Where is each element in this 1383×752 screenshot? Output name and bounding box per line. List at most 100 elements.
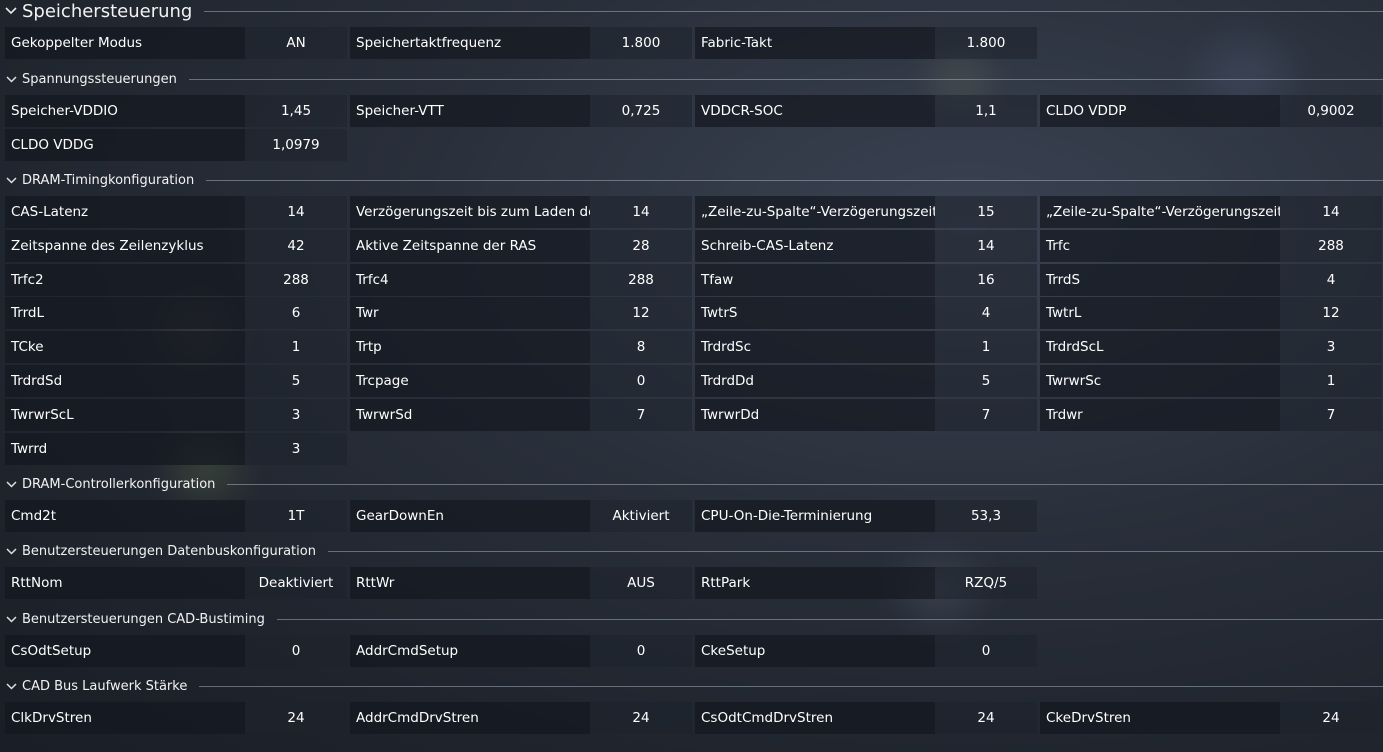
setting-value[interactable]: 14	[245, 196, 347, 228]
setting-value[interactable]: 24	[935, 702, 1037, 734]
setting-value[interactable]: 7	[590, 398, 692, 431]
setting-item[interactable]: CLDO VDDP 0,9002	[1040, 95, 1382, 127]
setting-item[interactable]: TwtrS 4	[695, 297, 1037, 330]
setting-item[interactable]: TrrdL 6	[5, 297, 347, 330]
setting-value[interactable]: 7	[935, 398, 1037, 431]
setting-item[interactable]: RttNom Deaktiviert	[5, 567, 347, 599]
setting-value[interactable]: 12	[590, 297, 692, 330]
setting-item[interactable]: Twrrd 3	[5, 432, 347, 465]
section-header[interactable]: DRAM-Controllerkonfiguration	[0, 473, 1383, 495]
section-header[interactable]: Benutzersteuerungen CAD-Bustiming	[0, 608, 1383, 630]
setting-item[interactable]: TwtrL 12	[1040, 297, 1382, 330]
setting-value[interactable]: 53,3	[935, 500, 1037, 532]
setting-value[interactable]: 15	[935, 196, 1037, 228]
setting-item[interactable]: Aktive Zeitspanne der RAS 28	[350, 229, 692, 262]
setting-value[interactable]: 14	[1280, 196, 1382, 228]
setting-value[interactable]: 288	[590, 263, 692, 296]
setting-item[interactable]: TrrdS 4	[1040, 263, 1382, 296]
setting-item[interactable]: „Zeile-zu-Spalte“-Verzögerungszeit … 14	[1040, 196, 1382, 228]
setting-value[interactable]: 24	[590, 702, 692, 734]
setting-value[interactable]: 1	[1280, 365, 1382, 397]
setting-item[interactable]: Gekoppelter Modus AN	[5, 27, 347, 59]
setting-item[interactable]: RttWr AUS	[350, 567, 692, 599]
setting-value[interactable]: 1	[245, 331, 347, 364]
section-header[interactable]: DRAM-Timingkonfiguration	[0, 169, 1383, 191]
setting-item[interactable]: TwrwrScL 3	[5, 398, 347, 431]
setting-item[interactable]: TwrwrSd 7	[350, 398, 692, 431]
setting-value[interactable]: 1.800	[935, 27, 1037, 59]
setting-item[interactable]: Twr 12	[350, 297, 692, 330]
setting-value[interactable]: 24	[245, 702, 347, 734]
setting-item[interactable]: TrdrdSc 1	[695, 331, 1037, 364]
setting-item[interactable]: TrdrdScL 3	[1040, 331, 1382, 364]
setting-item[interactable]: Fabric-Takt 1.800	[695, 27, 1037, 59]
setting-value[interactable]: 0,725	[590, 95, 692, 127]
setting-value[interactable]: 1,1	[935, 95, 1037, 127]
setting-value[interactable]: 1,45	[245, 95, 347, 127]
setting-value[interactable]: 0	[935, 635, 1037, 667]
setting-value[interactable]: 0	[590, 635, 692, 667]
setting-value[interactable]: 288	[1280, 229, 1382, 262]
setting-value[interactable]: 3	[1280, 331, 1382, 364]
setting-value[interactable]: Deaktiviert	[245, 567, 347, 599]
setting-item[interactable]: TwrwrDd 7	[695, 398, 1037, 431]
section-header[interactable]: Spannungssteuerungen	[0, 68, 1383, 90]
setting-item[interactable]: TwrwrSc 1	[1040, 365, 1382, 397]
setting-value[interactable]: 1T	[245, 500, 347, 532]
setting-item[interactable]: Trtp 8	[350, 331, 692, 364]
setting-item[interactable]: CPU-On-Die-Terminierung 53,3	[695, 500, 1037, 532]
chevron-down-icon[interactable]	[0, 0, 22, 22]
setting-value[interactable]: 42	[245, 229, 347, 262]
setting-value[interactable]: 0	[245, 635, 347, 667]
setting-value[interactable]: 288	[245, 263, 347, 296]
setting-value[interactable]: 14	[935, 229, 1037, 262]
setting-value[interactable]: 0	[590, 365, 692, 397]
setting-item[interactable]: Tfaw 16	[695, 263, 1037, 296]
setting-value[interactable]: 16	[935, 263, 1037, 296]
setting-value[interactable]: 28	[590, 229, 692, 262]
setting-value[interactable]: AUS	[590, 567, 692, 599]
setting-item[interactable]: Verzögerungszeit bis zum Laden der… 14	[350, 196, 692, 228]
setting-value[interactable]: AN	[245, 27, 347, 59]
section-header[interactable]: CAD Bus Laufwerk Stärke	[0, 675, 1383, 697]
setting-item[interactable]: ClkDrvStren 24	[5, 702, 347, 734]
setting-value[interactable]: 14	[590, 196, 692, 228]
setting-item[interactable]: AddrCmdDrvStren 24	[350, 702, 692, 734]
setting-value[interactable]: RZQ/5	[935, 567, 1037, 599]
chevron-down-icon[interactable]	[0, 608, 22, 630]
setting-item[interactable]: Cmd2t 1T	[5, 500, 347, 532]
memory-control-header[interactable]: Speichersteuerung	[0, 0, 1383, 22]
setting-value[interactable]: Aktiviert	[590, 500, 692, 532]
setting-item[interactable]: TCke 1	[5, 331, 347, 364]
setting-item[interactable]: Speicher-VDDIO 1,45	[5, 95, 347, 127]
setting-item[interactable]: Trfc 288	[1040, 229, 1382, 262]
setting-value[interactable]: 3	[245, 432, 347, 465]
setting-value[interactable]: 4	[935, 297, 1037, 330]
setting-value[interactable]: 4	[1280, 263, 1382, 296]
setting-item[interactable]: GearDownEn Aktiviert	[350, 500, 692, 532]
setting-value[interactable]: 3	[245, 398, 347, 431]
setting-item[interactable]: Trfc2 288	[5, 263, 347, 296]
setting-item[interactable]: Trfc4 288	[350, 263, 692, 296]
setting-item[interactable]: CsOdtCmdDrvStren 24	[695, 702, 1037, 734]
chevron-down-icon[interactable]	[0, 169, 22, 191]
setting-item[interactable]: Speichertaktfrequenz 1.800	[350, 27, 692, 59]
chevron-down-icon[interactable]	[0, 68, 22, 90]
setting-item[interactable]: CLDO VDDG 1,0979	[5, 128, 347, 161]
setting-item[interactable]: CkeDrvStren 24	[1040, 702, 1382, 734]
setting-item[interactable]: RttPark RZQ/5	[695, 567, 1037, 599]
setting-value[interactable]: 5	[245, 365, 347, 397]
setting-value[interactable]: 0,9002	[1280, 95, 1382, 127]
setting-value[interactable]: 1.800	[590, 27, 692, 59]
setting-item[interactable]: Zeitspanne des Zeilenzyklus 42	[5, 229, 347, 262]
setting-value[interactable]: 5	[935, 365, 1037, 397]
setting-value[interactable]: 7	[1280, 398, 1382, 431]
setting-item[interactable]: Trdwr 7	[1040, 398, 1382, 431]
setting-value[interactable]: 8	[590, 331, 692, 364]
setting-value[interactable]: 1	[935, 331, 1037, 364]
setting-item[interactable]: CkeSetup 0	[695, 635, 1037, 667]
setting-item[interactable]: Schreib-CAS-Latenz 14	[695, 229, 1037, 262]
setting-item[interactable]: TrdrdDd 5	[695, 365, 1037, 397]
setting-item[interactable]: „Zeile-zu-Spalte“-Verzögerungszeit … 15	[695, 196, 1037, 228]
chevron-down-icon[interactable]	[0, 540, 22, 562]
